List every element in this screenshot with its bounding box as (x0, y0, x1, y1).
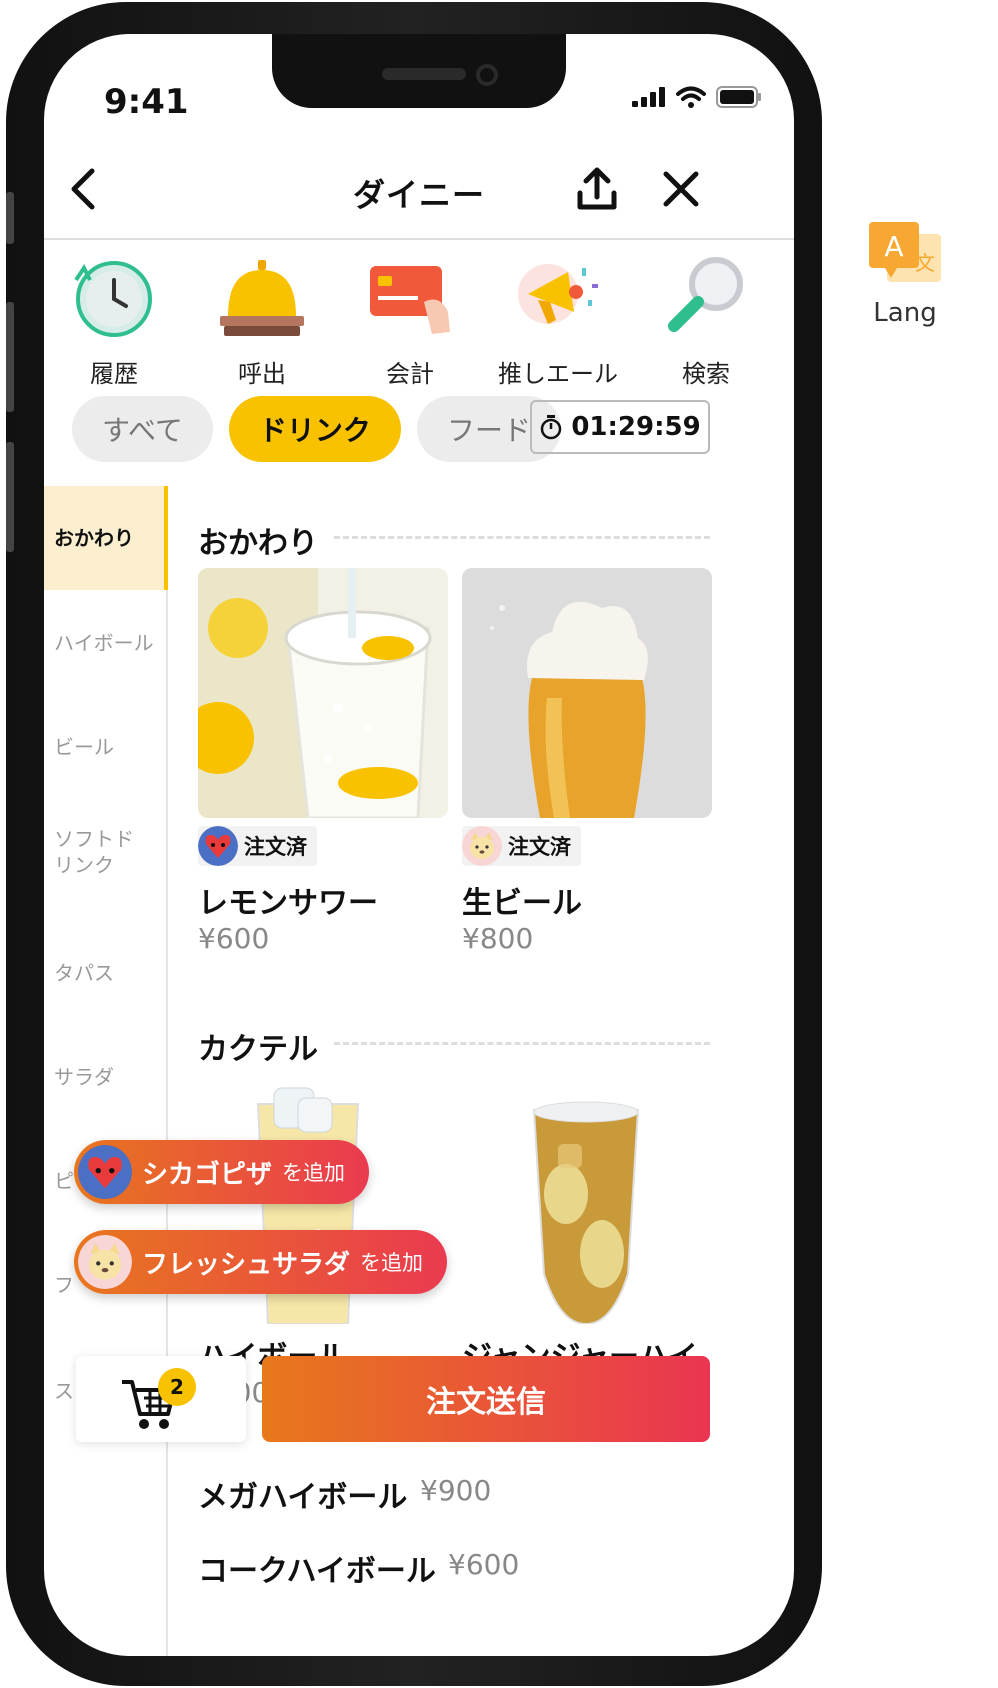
ordered-badge: 注文済 (198, 826, 317, 866)
session-timer: 01:29:59 (530, 400, 710, 454)
item-price-beer: ¥800 (462, 922, 534, 955)
submit-order-button[interactable]: 注文送信 (262, 1356, 710, 1442)
stopwatch-icon (541, 415, 562, 440)
item-image-lemon-sour[interactable] (198, 568, 448, 818)
heart-character-avatar (198, 826, 238, 866)
notch (272, 34, 566, 108)
share-button[interactable] (572, 164, 622, 214)
battery-icon (716, 86, 761, 108)
volume-down-button (6, 442, 14, 552)
wifi-icon (676, 86, 706, 108)
search-label: 検索 (682, 360, 730, 388)
sidebar-item-salad[interactable]: サラダ (44, 1064, 168, 1090)
dog-character-avatar (462, 826, 502, 866)
toast-suffix: を追加 (282, 1161, 346, 1185)
translate-glyph-a: A (884, 230, 903, 263)
checkout-label: 会計 (386, 360, 434, 388)
language-button[interactable]: A 文 Lang (850, 220, 960, 328)
toast-item-name: フレッシュサラダ (142, 1249, 351, 1280)
dog-character-avatar (78, 1235, 132, 1289)
category-tabs: すべて ドリンク フード (72, 396, 561, 462)
search-button[interactable]: 検索 (636, 254, 776, 389)
volume-up-button (6, 302, 14, 412)
call-label: 呼出 (238, 360, 286, 388)
section-title-cocktail: カクテル (198, 1032, 318, 1067)
language-label: Lang (873, 298, 937, 328)
toast-item-name: シカゴピザ (142, 1159, 273, 1190)
bell-icon (220, 260, 304, 336)
sidebar-item-highball[interactable]: ハイボール (44, 630, 168, 656)
section-title-okawari: おかわり (198, 526, 318, 561)
history-button[interactable]: 履歴 (44, 254, 184, 389)
sidebar-item-tapas[interactable]: タパス (44, 960, 168, 986)
tab-drink[interactable]: ドリンク (228, 396, 401, 462)
close-icon (663, 171, 699, 207)
credit-card-icon (370, 266, 450, 334)
translate-glyph-b: 文 (915, 251, 935, 275)
tab-all[interactable]: すべて (72, 396, 213, 462)
item-image-beer[interactable] (462, 568, 712, 818)
share-icon (577, 167, 617, 210)
heart-character-avatar (78, 1145, 132, 1199)
ginger-highball-photo (462, 1074, 712, 1324)
item-image-ginger-highball[interactable] (462, 1074, 712, 1324)
cart-count-badge: 2 (158, 1368, 196, 1406)
megaphone-icon (518, 264, 598, 324)
speaker (382, 68, 466, 80)
clock-icon (74, 261, 152, 337)
ordered-label: 注文済 (508, 835, 571, 859)
timer-value: 01:29:59 (571, 412, 701, 442)
lemon-sour-photo (198, 568, 448, 818)
status-time: 9:41 (104, 82, 189, 122)
cart-button[interactable]: 2 (76, 1356, 246, 1442)
close-button[interactable] (656, 164, 706, 214)
mute-switch (6, 192, 14, 244)
header-bar: ダイニー (44, 134, 794, 240)
cheer-label: 推しエール (498, 360, 618, 388)
added-toast-pizza: シカゴピザ を追加 (74, 1140, 370, 1204)
signal-icon (632, 87, 665, 107)
history-label: 履歴 (90, 360, 138, 388)
item-name-beer[interactable]: 生ビール (462, 878, 582, 922)
app-screen: 9:41 ダイニー 履歴 呼出 会計 推しエール 検索 すべて ドリンク フード… (44, 34, 794, 1656)
camera (476, 64, 498, 86)
item-price-lemon-sour: ¥600 (198, 922, 270, 955)
toast-suffix: を追加 (360, 1251, 424, 1275)
sidebar-item-softdrink[interactable]: ソフトドリンク (44, 826, 144, 878)
item-name-mega-highball[interactable]: メガハイボール (198, 1472, 407, 1516)
magnifier-icon (668, 257, 743, 332)
sidebar-item-beer[interactable]: ビール (44, 734, 168, 760)
section-divider (334, 1042, 710, 1045)
category-sidebar: おかわり ハイボール ビール ソフトドリンク タパス サラダ ピ フ スィーツ (44, 486, 168, 1656)
added-toast-salad: フレッシュサラダ を追加 (74, 1230, 448, 1294)
call-staff-button[interactable]: 呼出 (192, 254, 332, 389)
sidebar-item-okawari[interactable]: おかわり (44, 486, 168, 590)
cheer-button[interactable]: 推しエール (488, 254, 628, 389)
section-divider (334, 536, 710, 539)
beer-photo (462, 568, 712, 818)
phone-frame: 9:41 ダイニー 履歴 呼出 会計 推しエール 検索 すべて ドリンク フード… (6, 2, 822, 1686)
item-price-mega-highball: ¥900 (420, 1474, 492, 1507)
item-price-coke-highball: ¥600 (448, 1548, 520, 1581)
checkout-button[interactable]: 会計 (340, 254, 480, 389)
item-name-lemon-sour[interactable]: レモンサワー (198, 878, 378, 922)
status-icons (632, 86, 762, 108)
translate-icon: A 文 (869, 222, 941, 282)
quick-action-bar: 履歴 呼出 会計 推しエール 検索 (44, 254, 794, 389)
ordered-label: 注文済 (244, 835, 307, 859)
item-name-coke-highball[interactable]: コークハイボール (198, 1546, 436, 1590)
ordered-badge: 注文済 (462, 826, 581, 866)
